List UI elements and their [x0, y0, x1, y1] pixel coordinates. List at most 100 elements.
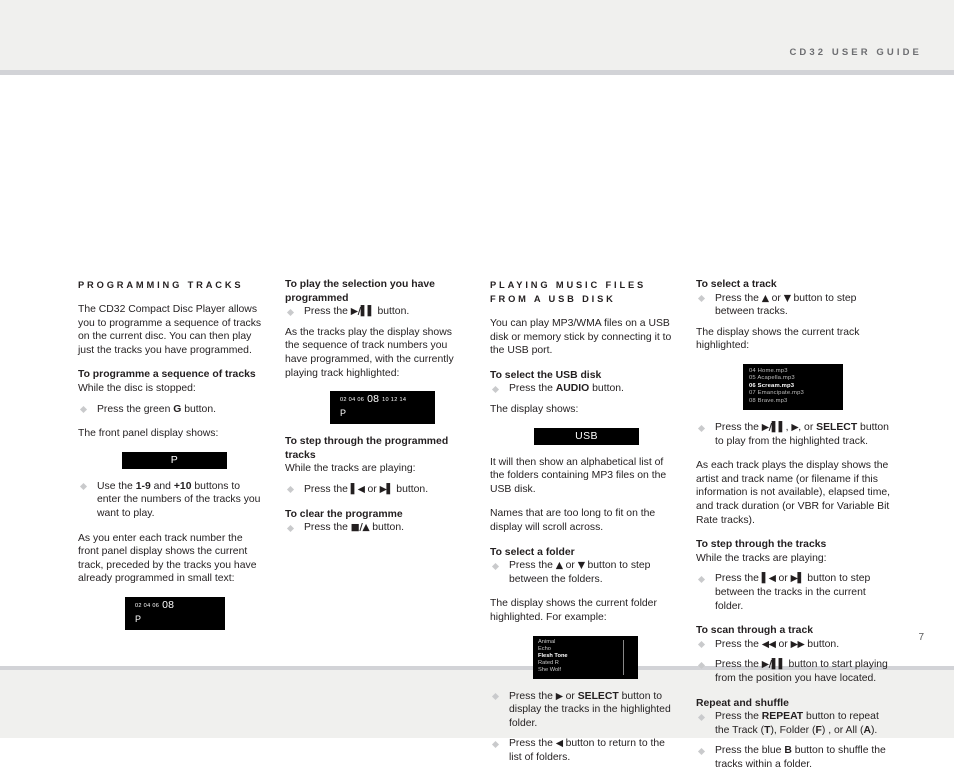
paragraph-current-track: The display shows the current track high…: [696, 326, 860, 352]
content-columns: PROGRAMMING TRACKS The CD32 Compact Disc…: [78, 278, 926, 770]
play-pause-icon: ▶/▌▌: [761, 659, 786, 671]
lcd-display-track-list: 04 Home.mp3 05 Acapella.mp3 06 Scream.mp…: [743, 363, 843, 410]
paragraph-scroll-across: Names that are too long to fit on the di…: [490, 508, 656, 533]
lcd-text-p: P: [170, 454, 179, 467]
bullet-diamond-icon: [491, 385, 500, 393]
heading-scan-through-track: To scan through a track: [696, 625, 814, 637]
heading-repeat-and-shuffle: Repeat and shuffle: [696, 697, 789, 709]
bullet-diamond-icon: [286, 524, 295, 532]
track-list-item-selected: 06 Scream.mp3: [749, 382, 795, 389]
previous-track-icon: ▌◀: [761, 573, 776, 585]
list-item: Press the AUDIO button.: [490, 382, 680, 396]
next-track-icon: ▶▌: [379, 483, 394, 495]
paragraph-as-tracks-play: As the tracks play the display shows the…: [285, 326, 454, 379]
list-item: Press the ◀ button to return to the list…: [490, 737, 680, 764]
lcd-text-usb: USB: [575, 430, 598, 443]
lcd-track-line: 02 04 06 08 10 12 14: [340, 394, 435, 406]
list-item: Press the ▲ or ▼ button to step between …: [696, 292, 896, 319]
section-title-usb: PLAYING MUSIC FILES FROM A USB DISK: [490, 280, 647, 304]
list-item: Press the green G button.: [78, 403, 262, 417]
next-track-icon: ▶▌: [790, 573, 805, 585]
folder-list-item: She Wolf: [538, 667, 561, 674]
lcd-display-folder-list: Animal Echo Flesh Tone Rated R She Wolf: [533, 635, 638, 679]
column-programming-tracks: PROGRAMMING TRACKS The CD32 Compact Disc…: [78, 278, 262, 641]
bullet-diamond-icon: [697, 747, 706, 755]
bullet-list-repeat-shuffle: Press the REPEAT button to repeat the Tr…: [696, 710, 896, 771]
bullet-diamond-icon: [491, 692, 500, 701]
list-item: Press the ▌◀ or ▶▌ button.: [285, 483, 469, 497]
list-item: Press the ▌◀ or ▶▌ button to step betwee…: [696, 572, 896, 613]
list-item: Press the ■/▲ button.: [285, 521, 469, 535]
rewind-icon: ◀◀: [761, 638, 776, 650]
list-item: Press the ▲ or ▼ button to step between …: [490, 559, 680, 586]
bullet-diamond-icon: [79, 406, 88, 414]
right-arrow-icon: ▶: [791, 422, 799, 433]
paragraph-as-each-track-plays: As each track plays the display shows th…: [696, 460, 891, 526]
heading-step-programmed-tracks: To step through the programmed tracks: [285, 436, 449, 461]
column-track-controls: To select a track Press the ▲ or ▼ butto…: [696, 278, 896, 782]
heading-programme-sequence: To programme a sequence of tracks: [78, 369, 256, 381]
list-item: Press the REPEAT button to repeat the Tr…: [696, 710, 896, 737]
bullet-list-scan: Press the ◀◀ or ▶▶ button. Press the ▶/▌…: [696, 638, 896, 686]
bullet-diamond-icon: [491, 740, 500, 748]
bullet-diamond-icon: [491, 562, 500, 570]
lcd-previous-tracks: 02 04 06: [135, 602, 160, 609]
previous-track-icon: ▌◀: [350, 483, 365, 495]
right-arrow-icon: ▶: [555, 690, 563, 702]
bullet-diamond-icon: [697, 295, 706, 303]
bullet-diamond-icon: [286, 308, 295, 316]
bullet-list-step-tracks: Press the ▌◀ or ▶▌ button to step betwee…: [696, 572, 896, 613]
column-usb-playback: PLAYING MUSIC FILES FROM A USB DISK You …: [490, 278, 680, 775]
bullet-diamond-icon: [286, 486, 295, 494]
top-divider-rule: [0, 70, 954, 75]
track-list-item: 05 Acapella.mp3: [749, 375, 795, 382]
list-item: Press the blue B button to shuffle the t…: [696, 744, 896, 771]
folder-list-item: Echo: [538, 645, 551, 652]
heading-clear-programme: To clear the programme: [285, 508, 403, 520]
lcd-display-p: P: [122, 451, 227, 469]
lcd-display-sequence: 02 04 06 08 10 12 14 P: [330, 391, 435, 425]
bullet-diamond-icon: [697, 424, 706, 432]
heading-select-folder: To select a folder: [490, 546, 575, 558]
paragraph-intro: The CD32 Compact Disc Player allows you …: [78, 304, 262, 356]
paragraph-front-panel-shows: The front panel display shows:: [78, 428, 219, 440]
lcd-display-programmed-tracks: 02 04 06 08 P: [125, 596, 225, 630]
bullet-list-select-folder: Press the ▶ or SELECT button to display …: [490, 690, 680, 765]
track-list-item: 07 Emancipate.mp3: [749, 390, 804, 397]
stop-eject-icon: ■/▲: [350, 522, 370, 534]
list-item: Press the ▶/▌▌ button.: [285, 305, 469, 319]
bullet-list-play: Press the ▶/▌▌ button.: [285, 305, 469, 319]
bullet-diamond-icon: [697, 641, 706, 649]
bullet-diamond-icon: [697, 713, 706, 721]
lcd-programme-indicator: P: [135, 613, 142, 624]
column-play-programmed: To play the selection you have programme…: [285, 278, 469, 542]
lcd-previous-tracks: 02 04 06: [340, 397, 365, 404]
paragraph-display-shows: The display shows:: [490, 403, 579, 415]
folder-list-item-selected: Flesh Tone: [538, 652, 568, 659]
bullet-diamond-icon: [697, 575, 706, 583]
bullet-list-audio-button: Press the AUDIO button.: [490, 382, 680, 396]
track-list-item: 08 Brave.mp3: [749, 397, 788, 404]
bullet-list-folder-updown: Press the ▲ or ▼ button to step between …: [490, 559, 680, 586]
heading-play-selection: To play the selection you have programme…: [285, 279, 435, 304]
folder-list-item: Rated R: [538, 660, 559, 667]
bullet-list-track-updown: Press the ▲ or ▼ button to step between …: [696, 292, 896, 319]
bullet-list-number-buttons: Use the 1-9 and +10 buttons to enter the…: [78, 480, 262, 521]
list-item: Use the 1-9 and +10 buttons to enter the…: [78, 480, 262, 521]
lead-while-disc-stopped: While the disc is stopped:: [78, 382, 196, 394]
heading-select-usb-disk: To select the USB disk: [490, 369, 602, 381]
lead-while-tracks-playing: While the tracks are playing:: [285, 463, 416, 475]
top-band: [0, 0, 954, 70]
list-item: Press the ▶/▌▌, ▶, or SELECT button to p…: [696, 421, 896, 448]
lcd-display-usb: USB: [534, 427, 639, 445]
lcd-upcoming-tracks: 10 12 14: [382, 397, 407, 404]
paragraph-as-you-enter: As you enter each track number the front…: [78, 532, 257, 585]
bullet-list-green-button: Press the green G button.: [78, 403, 262, 417]
running-head: CD32 USER GUIDE: [789, 47, 922, 58]
list-item: Press the ▶ or SELECT button to display …: [490, 690, 680, 731]
lcd-track-line: 02 04 06 08: [135, 598, 225, 612]
fast-forward-icon: ▶▶: [790, 638, 805, 650]
lead-while-tracks-playing: While the tracks are playing:: [696, 552, 827, 564]
list-item: Press the ◀◀ or ▶▶ button.: [696, 638, 896, 652]
lcd-current-track: 08: [162, 598, 175, 611]
